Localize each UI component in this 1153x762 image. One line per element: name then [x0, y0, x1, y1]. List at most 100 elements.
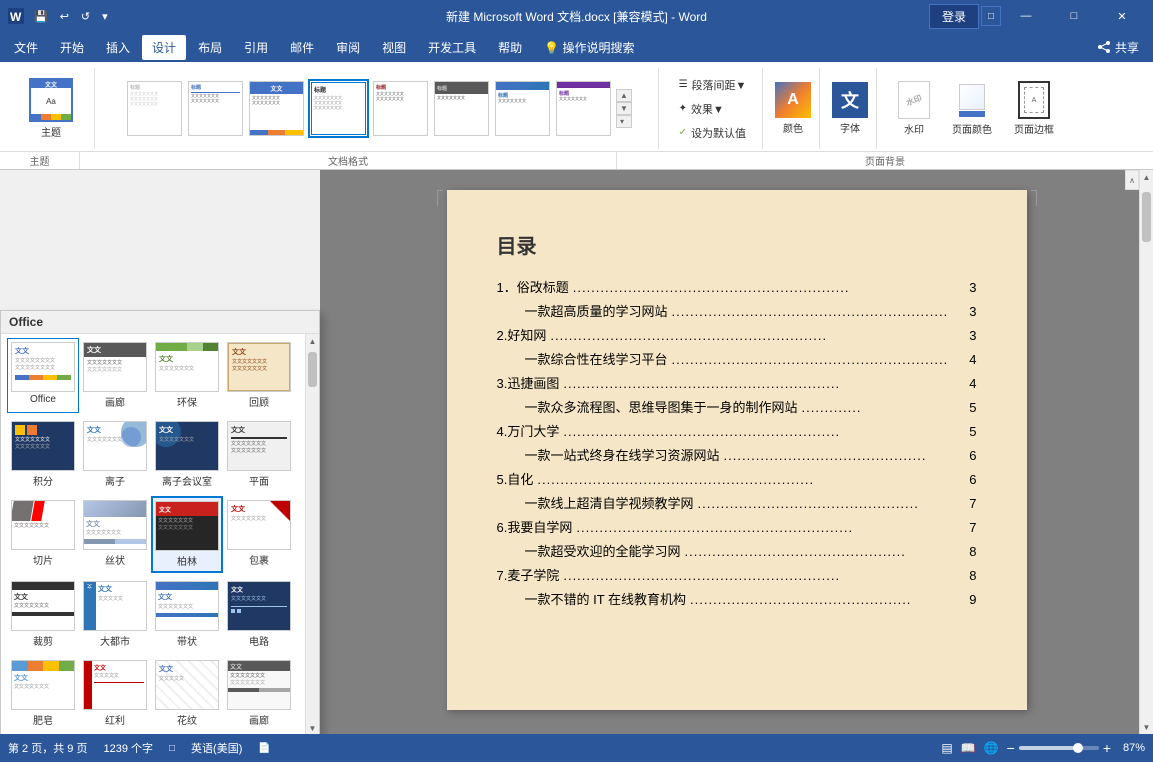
theme-circuit[interactable]: 文文 文文文文文文文 电路 — [223, 577, 295, 652]
style-2[interactable]: 标题 文文文文文文文 文文文文文文文 — [186, 79, 245, 138]
toc-entry-3-sub: 一款众多流程图、思维导图集于一身的制作网站 ............. 5 — [497, 397, 977, 416]
zoom-level[interactable]: 87% — [1115, 742, 1145, 754]
ribbon-group-colors: ☰ 段落间距▼ ✦ 效果▼ ✓ 设为默认值 — [663, 68, 763, 149]
zoom-slider[interactable] — [1019, 746, 1099, 750]
undo-btn[interactable]: ↩ — [56, 8, 73, 25]
set-default-btn[interactable]: ✓ 设为默认值 — [674, 122, 752, 144]
menu-references[interactable]: 引用 — [234, 35, 278, 60]
scroll-thumb[interactable] — [308, 352, 317, 387]
style-5[interactable]: 标题 文文文文文文文 文文文文文文文 — [371, 79, 430, 138]
login-button[interactable]: 登录 — [929, 4, 979, 29]
style-1[interactable]: 标题 文文文文文文文 文文文文文文文 文文文文文文文 — [125, 79, 184, 138]
zoom-in-btn[interactable]: + — [1103, 740, 1111, 756]
toc-entry-3: 3.迅捷画图 .................................… — [497, 373, 977, 392]
close-btn[interactable]: ✕ — [1099, 0, 1145, 32]
menu-file[interactable]: 文件 — [4, 35, 48, 60]
theme-wrap[interactable]: 文文 文文文文文文文 包裹 — [223, 496, 295, 573]
theme-office[interactable]: 文文 文文文文文文文文 文文文文文文文文 — [7, 338, 79, 413]
menu-home[interactable]: 开始 — [50, 35, 94, 60]
ribbon-display-btn[interactable]: □ — [981, 6, 1001, 26]
scroll-up-arrow[interactable]: ▲ — [616, 89, 632, 102]
scroll-down-arrow[interactable]: ▼ — [616, 102, 632, 115]
scroll-down-btn[interactable]: ▼ — [306, 721, 319, 734]
menu-search[interactable]: 💡 操作说明搜索 — [534, 35, 644, 60]
theme-dividend-thumb: 文文 文文文文文 — [83, 660, 147, 710]
zoom-out-btn[interactable]: − — [1007, 740, 1015, 756]
theme-soap[interactable]: 文文 文文文文文文文 肥皂 — [7, 656, 79, 731]
page-info: 第 2 页，共 9 页 — [8, 740, 87, 756]
theme-silk[interactable]: 文文 文文文文文文文 丝状 — [79, 496, 151, 573]
theme-ion-boardroom[interactable]: 文文 文文文文文文文 离子会议室 — [151, 417, 223, 492]
themes-row-5: 文文 文文文文文文文 肥皂 — [1, 654, 305, 734]
menu-help[interactable]: 帮助 — [488, 35, 532, 60]
theme-gallery[interactable]: 文文 文文文文文文文 文文文文文文文 画廊 — [79, 338, 151, 413]
word-count: 1239 个字 — [103, 740, 153, 756]
menu-developer[interactable]: 开发工具 — [418, 35, 486, 60]
scroll-more-arrow[interactable]: ▾ — [616, 115, 632, 128]
redo-btn[interactable]: ↺ — [77, 8, 94, 25]
view-web-icon[interactable]: 🌐 — [984, 741, 999, 755]
zoom-controls: − + 87% — [1007, 740, 1145, 756]
menu-mail[interactable]: 邮件 — [280, 35, 324, 60]
themes-grid-container: 文文 文文文文文文文文 文文文文文文文文 — [1, 334, 305, 734]
theme-retro[interactable]: 文文 文文文文文文文 文文文文文文文 回顾 — [223, 338, 295, 413]
colors-button[interactable]: A — [775, 82, 811, 118]
vscroll-up[interactable]: ▲ — [1140, 170, 1153, 184]
theme-ion[interactable]: 文文 文文文文文文文 离子 — [79, 417, 151, 492]
theme-slice[interactable]: 文文文文文文文 切片 — [7, 496, 79, 573]
theme-berlin[interactable]: 文文 文文文文文文文 文文文文文文文 柏林 — [151, 496, 223, 573]
ribbon-collapse-btn[interactable]: ∧ — [1125, 170, 1139, 190]
menu-design[interactable]: 设计 — [142, 35, 186, 60]
scroll-up-btn[interactable]: ▲ — [306, 334, 319, 348]
ribbon-group-docstyles: 标题 文文文文文文文 文文文文文文文 文文文文文文文 标题 文文文文文文文 文文… — [99, 68, 659, 149]
page-border-button[interactable]: A 页面边框 — [1005, 76, 1063, 141]
theme-dividend-name: 红利 — [105, 712, 125, 727]
page-corner-tl — [437, 190, 443, 206]
menu-share[interactable]: 共享 — [1087, 35, 1149, 60]
layout-icon: 📄 — [258, 743, 270, 754]
view-normal-icon[interactable]: ▤ — [941, 741, 952, 755]
theme-retro-name: 回顾 — [249, 394, 269, 409]
language[interactable]: 英语(美国) — [191, 740, 242, 756]
menu-layout[interactable]: 布局 — [188, 35, 232, 60]
theme-berlin-name: 柏林 — [177, 553, 197, 568]
theme-pattern[interactable]: 文文 文文文文文 花纹 — [151, 656, 223, 731]
paragraph-spacing-btn[interactable]: ☰ 段落间距▼ — [674, 74, 752, 96]
maximize-btn[interactable]: □ — [1051, 0, 1097, 32]
page-color-button[interactable]: 页面颜色 — [943, 76, 1001, 141]
theme-crop[interactable]: 文文 文文文文文文文 裁剪 — [7, 577, 79, 652]
theme-flat[interactable]: 文文 文文文文文文文 文文文文文文文 平面 — [223, 417, 295, 492]
menu-insert[interactable]: 插入 — [96, 35, 140, 60]
watermark-button[interactable]: 水印 水印 — [889, 76, 939, 141]
themes-row-2: 文文文文文文文 文文文文文文文 积分 文文 — [1, 415, 305, 494]
vscroll-down[interactable]: ▼ — [1140, 720, 1153, 734]
style-8[interactable]: 标题 文文文文文文文 — [554, 79, 613, 138]
font-button[interactable]: 文 — [832, 82, 868, 118]
theme-ribbon[interactable]: 文文 文文文文文文文 带状 — [151, 577, 223, 652]
view-read-icon[interactable]: 📖 — [961, 741, 976, 755]
menu-review[interactable]: 审阅 — [326, 35, 370, 60]
minimize-btn[interactable]: — — [1003, 0, 1049, 32]
dropdown-body: 文文 文文文文文文文文 文文文文文文文文 — [1, 334, 319, 734]
style-6[interactable]: 标题 文文文文文文文 — [432, 79, 491, 138]
theme-silk-thumb: 文文 文文文文文文文 — [83, 500, 147, 550]
menu-view[interactable]: 视图 — [372, 35, 416, 60]
style-3[interactable]: 文文 文文文文文文文 文文文文文文文 — [247, 79, 306, 138]
zoom-thumb[interactable] — [1073, 743, 1083, 753]
theme-metro[interactable]: 文 文文 文文文文文 大都市 — [79, 577, 151, 652]
theme-gallery2[interactable]: 文文 文文文文文文文 文文文文文文文 — [223, 656, 295, 731]
theme-integral[interactable]: 文文文文文文文 文文文文文文文 积分 — [7, 417, 79, 492]
theme-eco[interactable]: 文文 文文文文文文文 环保 — [151, 338, 223, 413]
style-7[interactable]: 标题 文文文文文文文 — [493, 79, 552, 138]
theme-dividend[interactable]: 文文 文文文文文 红利 — [79, 656, 151, 731]
vscroll-thumb[interactable] — [1142, 192, 1151, 242]
right-scrollbar: ▲ ▼ — [1139, 170, 1153, 734]
theme-circuit-thumb: 文文 文文文文文文文 — [227, 581, 291, 631]
save-quick-btn[interactable]: 💾 — [30, 8, 52, 25]
style-4-selected[interactable]: 标题 文文文文文文文 文文文文文文文 文文文文文文文 — [308, 79, 369, 138]
effects-btn[interactable]: ✦ 效果▼ — [674, 98, 752, 120]
themes-button[interactable]: 文文 Aa 主题 — [16, 73, 86, 144]
customize-quick-btn[interactable]: ▾ — [98, 8, 112, 25]
theme-metro-thumb: 文 文文 文文文文文 — [83, 581, 147, 631]
style-scroll-arrows: ▲ ▼ ▾ — [616, 89, 632, 128]
